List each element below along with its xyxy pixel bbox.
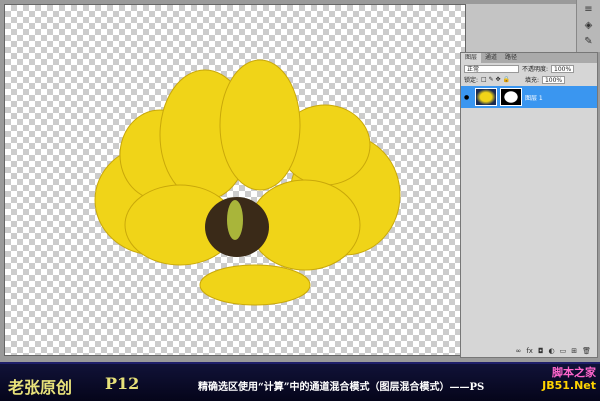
layer-row[interactable]: ● 图层 1 [461, 86, 597, 108]
channels-dock-icon[interactable]: ◈ [582, 20, 596, 32]
page-number: P12 [105, 374, 140, 393]
trash-icon[interactable]: 🗑 [582, 347, 591, 355]
opacity-label: 不透明度: [522, 66, 549, 73]
opacity-input[interactable]: 100% [551, 64, 575, 73]
watermark-en: JB51.Net [542, 379, 596, 392]
link-icon[interactable]: ∞ [516, 347, 522, 355]
lock-label: 锁定: [464, 77, 479, 84]
fill-label: 填充: [524, 77, 539, 84]
workspace-area [466, 4, 576, 52]
blend-mode-select[interactable]: 正常 [464, 64, 519, 73]
paths-dock-icon[interactable]: ✎ [582, 36, 596, 48]
flower-image [94, 59, 401, 306]
layers-panel: 图层 通道 路径 正常 不透明度: 100% 锁定: □ ✎ ✥ 🔒 填充: 1… [460, 52, 598, 358]
fx-icon[interactable]: fx [526, 347, 533, 355]
new-layer-icon[interactable]: ⊞ [571, 347, 577, 355]
caption-text: 精确选区使用“计算”中的通道混合模式（图层混合模式）——PS [198, 382, 485, 393]
group-icon[interactable]: ▭ [560, 347, 567, 355]
visibility-eye-icon[interactable]: ● [464, 94, 472, 101]
watermark: 脚本之家 JB51.Net [542, 366, 596, 392]
adjustment-icon[interactable]: ◐ [549, 347, 555, 355]
fill-input[interactable]: 100% [541, 75, 566, 84]
panel-dock: ≡ ◈ ✎ [576, 0, 600, 52]
document-canvas[interactable] [4, 4, 466, 356]
watermark-cn: 脚本之家 [552, 366, 596, 379]
tab-channels[interactable]: 通道 [481, 53, 501, 63]
caption-bar: 老张原创 P12 精确选区使用“计算”中的通道混合模式（图层混合模式）——PS … [0, 362, 600, 401]
layers-dock-icon[interactable]: ≡ [582, 4, 596, 16]
layer-thumbnail [475, 88, 497, 106]
mask-icon[interactable]: ◘ [538, 347, 544, 355]
author-signature: 老张原创 [8, 378, 73, 397]
layer-name: 图层 1 [525, 94, 543, 102]
tab-paths[interactable]: 路径 [501, 53, 521, 63]
tab-layers[interactable]: 图层 [461, 53, 482, 63]
lock-icons[interactable]: □ ✎ ✥ 🔒 [481, 76, 510, 83]
layer-mask-thumbnail[interactable] [500, 88, 522, 106]
